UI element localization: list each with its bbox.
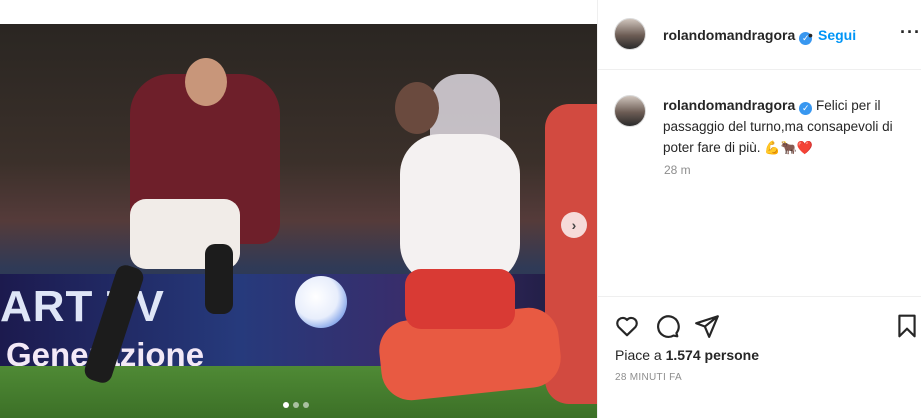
post-header: rolandomandragora ✓ • Segui ··· — [598, 0, 921, 70]
likes-suffix[interactable]: persone — [705, 347, 759, 363]
caption-username[interactable]: rolandomandragora — [663, 97, 795, 113]
caption-avatar[interactable] — [614, 95, 646, 127]
heart-icon[interactable] — [614, 313, 640, 339]
header-username[interactable]: rolandomandragora ✓ — [663, 27, 813, 45]
post-caption: rolandomandragora ✓ Felici per il passagg… — [663, 95, 908, 158]
defender-jersey — [400, 134, 520, 284]
comment-icon[interactable] — [654, 313, 680, 339]
carousel-dot-active — [283, 402, 289, 408]
striker-right-leg — [205, 244, 233, 314]
likes-prefix: Piace a — [615, 347, 662, 363]
carousel-dot — [293, 402, 299, 408]
chevron-right-icon: › — [571, 217, 577, 233]
post-actions: Piace a 1.574 persone 28 MINUTI FA — [598, 296, 921, 416]
username-text[interactable]: rolandomandragora — [663, 27, 795, 43]
post-photo[interactable]: ART TV Generazione — [0, 24, 597, 418]
likes-count[interactable]: Piace a 1.574 persone — [615, 347, 759, 363]
post-timestamp[interactable]: 28 MINUTI FA — [615, 372, 682, 383]
carousel-dot — [303, 402, 309, 408]
likes-number[interactable]: 1.574 — [666, 347, 701, 363]
striker-head — [185, 58, 227, 106]
post-side-panel: rolandomandragora ✓ • Segui ··· rolandoma… — [597, 0, 921, 418]
avatar[interactable] — [614, 18, 646, 50]
defender-shorts — [405, 269, 515, 329]
caption-emojis: 💪🐂❤️ — [764, 140, 813, 155]
verified-badge-icon: ✓ — [799, 102, 813, 115]
bookmark-icon[interactable] — [894, 313, 920, 339]
carousel-dots — [283, 402, 309, 408]
header-separator: • — [808, 27, 813, 43]
caption-relative-time: 28 m — [664, 163, 691, 177]
carousel-next-button[interactable]: › — [561, 212, 587, 238]
instagram-post: ART TV Generazione › rolandomandragora✓ … — [0, 0, 921, 418]
paper-plane-icon[interactable] — [694, 313, 720, 339]
banner-text-tv: ART TV — [0, 282, 165, 331]
defender-head — [395, 82, 439, 134]
follow-button[interactable]: Segui — [818, 27, 856, 43]
soccer-ball — [295, 276, 347, 328]
more-options-icon[interactable]: ··· — [900, 22, 921, 43]
